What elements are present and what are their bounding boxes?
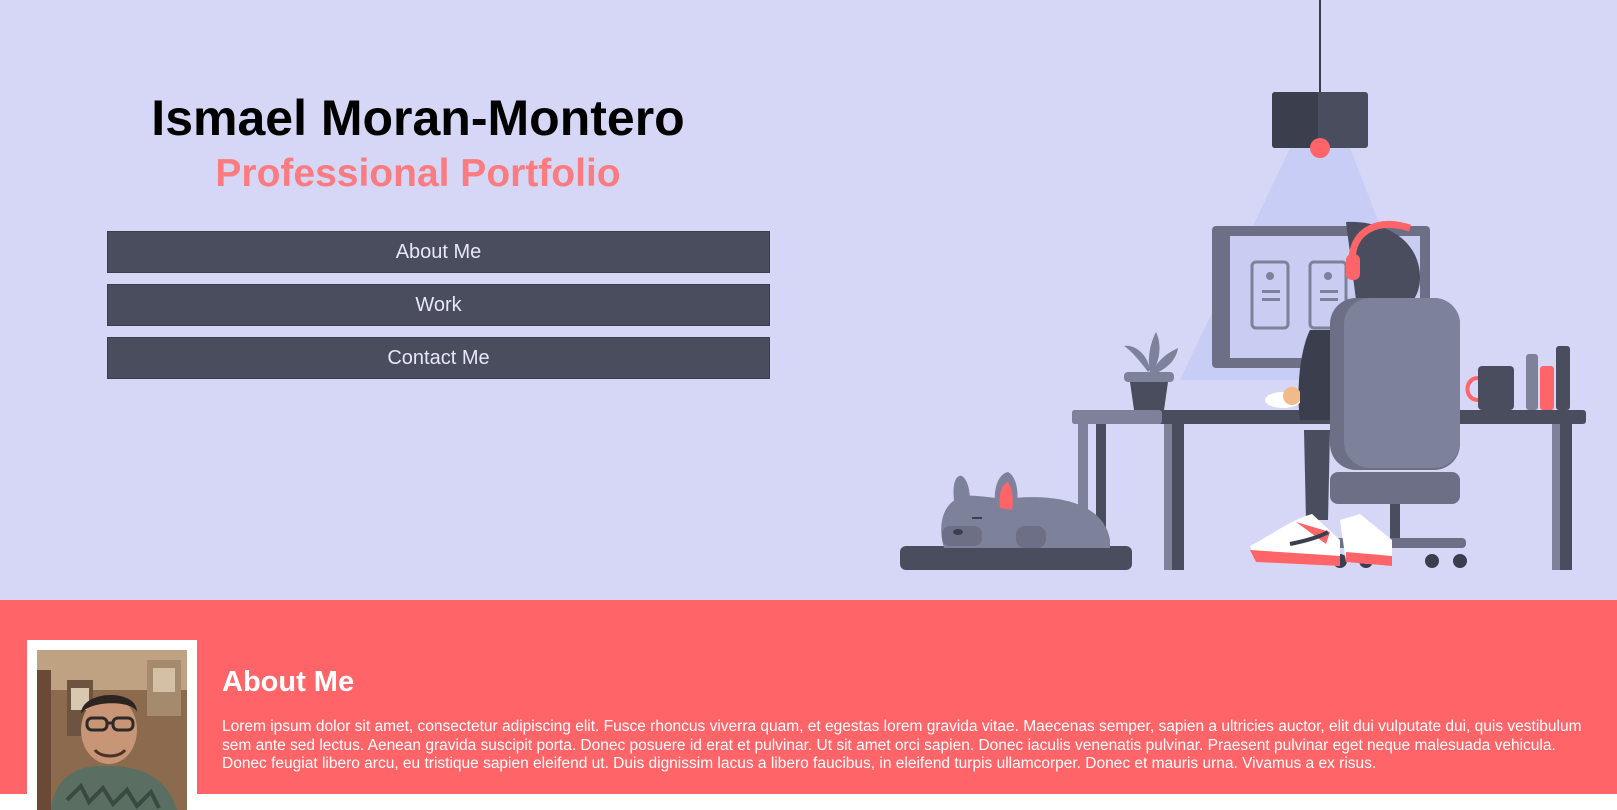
about-section: About Me Lorem ipsum dolor sit amet, con… — [0, 600, 1617, 810]
page-subtitle: Professional Portfolio — [215, 152, 621, 195]
profile-photo — [37, 650, 187, 810]
profile-photo-frame — [27, 640, 197, 810]
workspace-illustration — [900, 0, 1586, 570]
about-heading: About Me — [222, 666, 355, 698]
about-text: Lorem ipsum dolor sit amet, consectetur … — [222, 718, 1582, 772]
page-title: Ismael Moran-Montero — [151, 90, 685, 146]
mug — [1478, 366, 1514, 410]
plant-pot — [1130, 382, 1168, 410]
dog-bed — [900, 546, 1132, 570]
lamp-bulb — [1310, 138, 1330, 158]
work-button[interactable]: Work — [107, 284, 770, 326]
hero-section: Ismael Moran-Montero Professional Portfo… — [0, 0, 1617, 600]
contact-me-button[interactable]: Contact Me — [107, 337, 770, 379]
about-me-button[interactable]: About Me — [107, 231, 770, 273]
plant-leaves — [1124, 345, 1150, 372]
